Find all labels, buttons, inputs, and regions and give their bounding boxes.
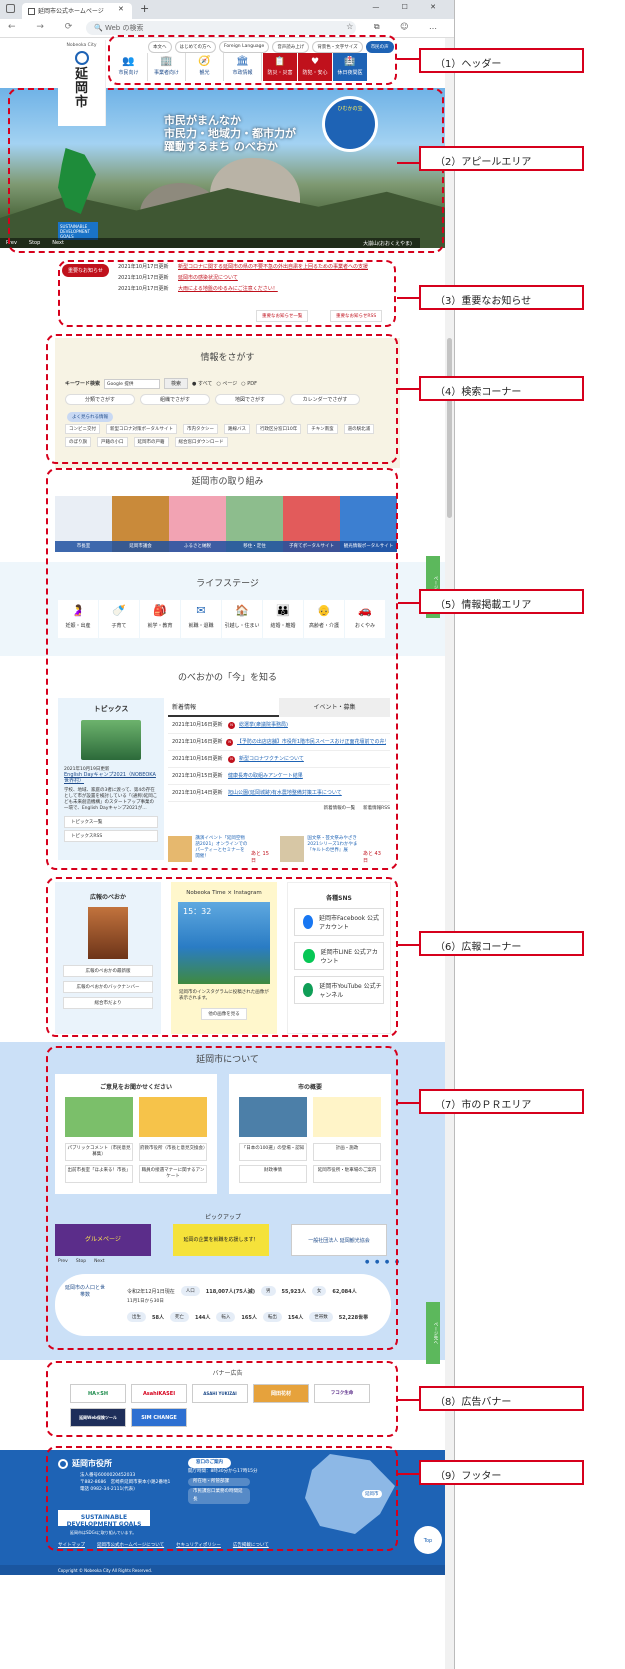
address-input[interactable]: 🔍 Web の検索	[86, 21, 356, 35]
page-top-button[interactable]: Top	[414, 1526, 442, 1554]
annotation-box-search	[46, 334, 398, 464]
toolbar-icons[interactable]: ☆ ⧉ ☺ …	[346, 22, 446, 32]
annotation-connector	[398, 1473, 420, 1475]
logo-en: Nobeoka City	[66, 43, 97, 48]
browser-tab[interactable]: 延岡市公式ホームページ	[22, 3, 132, 19]
copyright: Copyright © Nobeoka City All Rights Rese…	[0, 1565, 454, 1575]
close-tab-icon[interactable]: ✕	[118, 5, 124, 13]
annotation-label: （5）情報掲載エリア	[419, 589, 584, 614]
favicon-icon	[28, 8, 35, 15]
annotation-connector	[398, 602, 420, 604]
site-logo[interactable]: Nobeoka City 延岡市	[58, 40, 106, 126]
scrollbar-thumb[interactable]	[447, 338, 452, 518]
annotation-box-city	[46, 1046, 398, 1350]
annotation-label: （7）市のＰＲエリア	[419, 1089, 584, 1114]
annotation-box-banner	[46, 1361, 398, 1437]
annotation-label: （8）広告バナー	[419, 1386, 584, 1411]
annotation-connector	[398, 388, 420, 390]
annotation-label: （3）重要なお知らせ	[419, 285, 584, 310]
annotation-box-footer	[46, 1446, 398, 1551]
annotation-label: （2）アピールエリア	[419, 146, 584, 171]
annotation-box-header	[108, 35, 397, 85]
window-controls[interactable]: — ☐ ✕	[372, 3, 446, 11]
page: 延岡市公式ホームページ ✕ + — ☐ ✕ ← → ⟳ ⌂ 🔍 Web の検索 …	[0, 0, 625, 1669]
logo-jp: 延岡市	[74, 67, 88, 110]
scrollbar[interactable]	[445, 38, 454, 1669]
annotation-label: （9）フッター	[419, 1460, 584, 1485]
annotation-box-info	[46, 468, 398, 870]
annotation-connector	[398, 1399, 420, 1401]
tab-bar: 延岡市公式ホームページ ✕ + — ☐ ✕	[0, 0, 454, 19]
annotation-connector	[398, 1102, 420, 1104]
annotation-label: （6）広報コーナー	[419, 931, 584, 956]
new-tab-icon[interactable]: +	[140, 2, 149, 15]
annotation-connector	[398, 944, 420, 946]
address-placeholder: Web の検索	[104, 24, 144, 32]
annotation-label: （1）ヘッダー	[419, 48, 584, 73]
city-emblem-icon	[74, 51, 89, 65]
annotation-label: （4）検索コーナー	[419, 376, 584, 401]
side-tab[interactable]: ページ先へ	[426, 1302, 440, 1364]
annotation-box-pr	[46, 877, 398, 1037]
workspace-icon[interactable]	[6, 4, 15, 13]
annotation-connector	[397, 162, 420, 164]
annotation-connector	[397, 297, 420, 299]
tab-title: 延岡市公式ホームページ	[38, 8, 104, 15]
annotation-connector	[397, 58, 420, 60]
annotation-box-notice	[58, 260, 396, 327]
